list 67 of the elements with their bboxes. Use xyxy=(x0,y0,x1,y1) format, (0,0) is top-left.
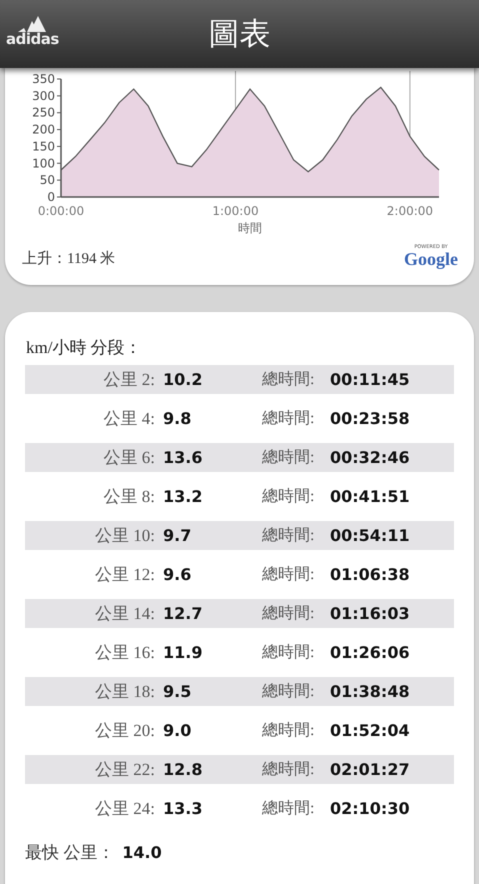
total-time-label: 總時間: xyxy=(262,604,316,624)
total-time-value: 02:01:27 xyxy=(330,760,411,779)
fastest-value: 14.0 xyxy=(122,843,162,862)
km-label: 公里 12: xyxy=(95,564,155,586)
y-tick-label: 100 xyxy=(32,156,55,170)
total-time-label: 總時間: xyxy=(262,682,316,702)
total-time-value: 02:10:30 xyxy=(330,799,411,818)
km-label: 公里 6: xyxy=(104,447,155,469)
total-time-label: 總時間: xyxy=(262,760,316,780)
y-tick-label: 300 xyxy=(32,88,55,103)
total-time-label: 總時間: xyxy=(262,408,316,429)
km-label: 公里 18: xyxy=(95,681,155,703)
total-time-value: 01:16:03 xyxy=(330,604,411,623)
speed-value: 12.8 xyxy=(162,760,204,779)
total-time-value: 01:38:48 xyxy=(330,682,411,701)
y-tick-label: 200 xyxy=(32,122,55,137)
logo-text: adidas xyxy=(6,32,59,47)
km-label: 公里 16: xyxy=(95,642,155,664)
speed-value: 9.8 xyxy=(162,409,192,428)
total-time-label: 總時間: xyxy=(262,564,316,585)
total-time-value: 00:41:51 xyxy=(330,487,411,506)
speed-value: 11.9 xyxy=(162,643,204,662)
km-label: 公里 2: xyxy=(104,369,155,391)
km-label: 公里 4: xyxy=(104,408,155,430)
y-tick-label: 250 xyxy=(32,106,55,120)
total-time-label: 總時間: xyxy=(262,720,316,741)
total-time-label: 總時間: xyxy=(262,448,316,468)
total-time-label: 總時間: xyxy=(262,526,316,546)
total-time-label: 總時間: xyxy=(262,798,316,819)
splits-title: km/小時 分段： xyxy=(26,337,143,359)
total-time-label: 總時間: xyxy=(262,486,316,507)
km-label: 公里 20: xyxy=(95,720,155,742)
total-time-label: 總時間: xyxy=(262,642,316,663)
km-label: 公里 10: xyxy=(95,525,155,547)
ascent-text: 上升：1194 米 xyxy=(22,250,116,268)
km-label: 公里 22: xyxy=(95,759,155,781)
speed-value: 10.2 xyxy=(162,370,204,389)
speed-value: 13.3 xyxy=(162,799,204,818)
total-time-value: 00:32:46 xyxy=(330,448,411,467)
screen-title: 圖表 xyxy=(208,15,270,54)
y-tick-label: 350 xyxy=(32,72,55,86)
speed-value: 9.0 xyxy=(162,721,192,740)
total-time-value: 01:26:06 xyxy=(330,643,411,662)
y-tick-label: 150 xyxy=(32,139,55,154)
speed-value: 9.6 xyxy=(162,565,192,584)
google-logo-text: Google xyxy=(404,250,458,268)
x-tick-label: 0:00:00 xyxy=(38,204,84,218)
total-time-value: 00:11:45 xyxy=(330,370,411,389)
y-tick-label: 50 xyxy=(40,173,55,188)
y-tick-label: 0 xyxy=(47,190,55,204)
speed-value: 13.6 xyxy=(162,448,204,467)
fastest-label: 最快 公里： xyxy=(25,842,114,864)
km-label: 公里 14: xyxy=(95,603,155,625)
total-time-value: 00:23:58 xyxy=(330,409,411,428)
x-tick-label: 2:00:00 xyxy=(386,204,434,218)
x-tick-label: 1:00:00 xyxy=(212,204,259,218)
x-axis-title: 時間 xyxy=(238,221,262,235)
speed-value: 9.7 xyxy=(162,526,192,545)
km-label: 公里 24: xyxy=(95,798,155,820)
total-time-value: 00:54:11 xyxy=(330,526,411,545)
total-time-value: 01:52:04 xyxy=(330,721,411,740)
total-time-label: 總時間: xyxy=(262,370,316,390)
speed-value: 12.7 xyxy=(162,604,204,623)
total-time-value: 01:06:38 xyxy=(330,565,411,584)
km-label: 公里 8: xyxy=(104,486,155,508)
speed-value: 9.5 xyxy=(162,682,192,701)
speed-value: 13.2 xyxy=(162,487,204,506)
